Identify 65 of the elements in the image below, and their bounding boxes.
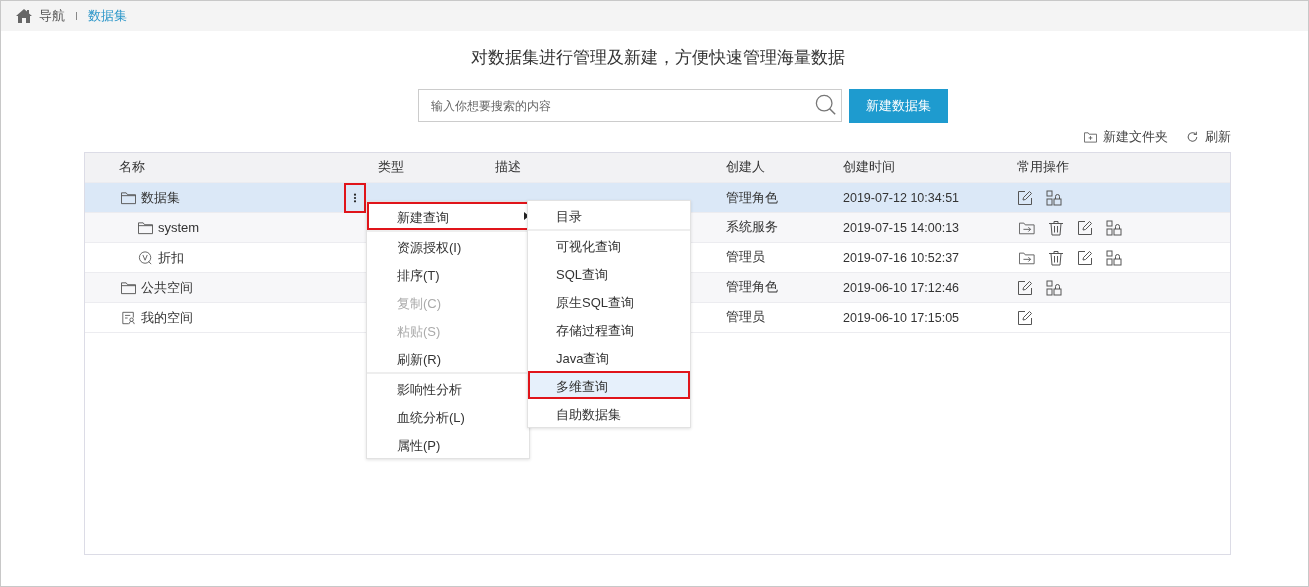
table-cell-text: 2019-07-15 14:00:13 bbox=[843, 220, 961, 235]
new-folder-icon[interactable] bbox=[1084, 131, 1097, 143]
page-heading: 对数据集进行管理及新建，方便快速管理海量数据 bbox=[469, 47, 846, 69]
home-icon[interactable] bbox=[16, 9, 32, 23]
permission-icon[interactable] bbox=[1046, 279, 1062, 296]
item-name[interactable]: 公共空间 bbox=[141, 278, 193, 297]
edit-icon[interactable] bbox=[1017, 190, 1033, 206]
edit-icon[interactable] bbox=[1017, 279, 1033, 296]
menu-item[interactable]: 新建查询 bbox=[367, 202, 529, 230]
move-icon[interactable] bbox=[1019, 219, 1035, 236]
edit-icon[interactable] bbox=[1017, 309, 1033, 326]
column-header: 创建人 bbox=[726, 159, 766, 176]
permission-icon[interactable] bbox=[1106, 219, 1122, 236]
trash-icon[interactable] bbox=[1048, 249, 1064, 266]
item-name[interactable]: system bbox=[158, 220, 200, 235]
menu-item[interactable]: 影响性分析 bbox=[367, 374, 529, 402]
query-icon bbox=[138, 250, 153, 265]
edit-icon[interactable] bbox=[1077, 219, 1093, 236]
search-field[interactable]: 输入你想要搜索的内容 bbox=[418, 89, 842, 122]
edit-icon[interactable] bbox=[1077, 249, 1093, 266]
table-cell-text: 管理员 bbox=[726, 309, 766, 326]
column-header: 常用操作 bbox=[1017, 159, 1070, 176]
table-cell-text: 2019-07-12 10:34:51 bbox=[843, 191, 961, 205]
permission-icon[interactable] bbox=[1046, 190, 1062, 206]
menu-item[interactable]: 多维查询 bbox=[528, 371, 690, 399]
kebab-icon[interactable] bbox=[353, 193, 357, 203]
menu-item[interactable]: 刷新(R) bbox=[367, 344, 529, 372]
item-name[interactable]: 折扣 bbox=[158, 248, 184, 267]
table-cell-text: 管理员 bbox=[726, 249, 766, 266]
search-icon[interactable] bbox=[815, 94, 837, 116]
table-cell-text: 2019-06-10 17:12:46 bbox=[843, 280, 961, 295]
table-cell-text: 管理角色 bbox=[726, 279, 779, 296]
menu-item[interactable]: 可视化查询 bbox=[528, 231, 690, 259]
menu-item[interactable]: 自助数据集 bbox=[528, 399, 690, 427]
menu-item[interactable]: SQL查询 bbox=[528, 259, 690, 287]
breadcrumb-link[interactable]: 导航 bbox=[39, 7, 65, 25]
table-cell-text: 管理角色 bbox=[726, 189, 779, 207]
trash-icon[interactable] bbox=[1048, 219, 1064, 236]
menu-item[interactable]: 属性(P) bbox=[367, 430, 529, 458]
item-name[interactable]: 数据集 bbox=[141, 189, 180, 207]
column-header: 创建时间 bbox=[843, 159, 896, 176]
menu-item[interactable]: 资源授权(I) bbox=[367, 232, 529, 260]
breadcrumb-current: 数据集 bbox=[88, 7, 127, 25]
folder-icon bbox=[121, 191, 136, 205]
table-cell-text: 系统服务 bbox=[726, 219, 779, 236]
menu-item[interactable]: 原生SQL查询 bbox=[528, 287, 690, 315]
more-button[interactable] bbox=[344, 183, 366, 213]
folder-icon bbox=[121, 280, 136, 295]
toolbar-link[interactable]: 刷新 bbox=[1205, 128, 1231, 146]
toolbar-link[interactable]: 新建文件夹 bbox=[1103, 128, 1168, 146]
permission-icon[interactable] bbox=[1106, 249, 1122, 266]
move-icon[interactable] bbox=[1019, 249, 1035, 266]
item-name[interactable]: 我的空间 bbox=[141, 308, 193, 327]
table-cell-text: 2019-06-10 17:15:05 bbox=[843, 310, 961, 325]
personal-space-icon bbox=[121, 310, 136, 325]
menu-item[interactable]: 存储过程查询 bbox=[528, 315, 690, 343]
column-header: 名称 bbox=[118, 159, 146, 176]
column-header: 类型 bbox=[378, 159, 405, 176]
folder-icon bbox=[138, 220, 153, 235]
column-header: 描述 bbox=[495, 159, 522, 176]
menu-item[interactable]: 排序(T) bbox=[367, 260, 529, 288]
menu-item[interactable]: Java查询 bbox=[528, 343, 690, 371]
table-cell-text: 2019-07-16 10:52:37 bbox=[843, 250, 961, 265]
menu-item[interactable]: 血统分析(L) bbox=[367, 402, 529, 430]
refresh-icon[interactable] bbox=[1186, 131, 1199, 143]
